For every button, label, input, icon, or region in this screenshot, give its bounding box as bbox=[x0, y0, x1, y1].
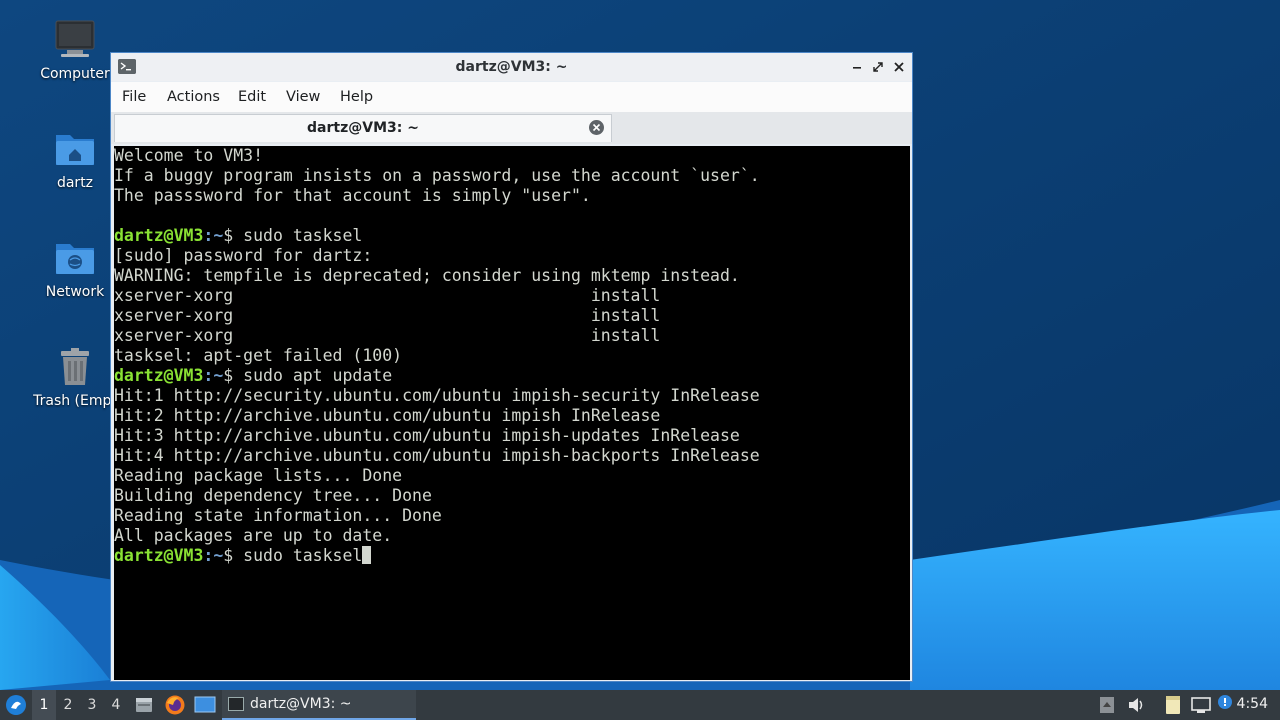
menu-edit[interactable]: Edit bbox=[238, 89, 266, 105]
maximize-button[interactable] bbox=[868, 57, 888, 77]
terminal-output-line: If a buggy program insists on a password… bbox=[114, 166, 760, 185]
window-title: dartz@VM3: ~ bbox=[455, 59, 568, 75]
trash-icon bbox=[61, 348, 89, 385]
minimize-icon bbox=[853, 67, 861, 69]
prompt-user-host: dartz@VM3 bbox=[114, 546, 204, 565]
menu-help[interactable]: Help bbox=[340, 89, 373, 105]
tab-terminal[interactable]: dartz@VM3: ~ bbox=[114, 114, 612, 142]
start-menu-icon[interactable] bbox=[5, 694, 27, 716]
computer-icon bbox=[55, 20, 95, 57]
maximize-icon bbox=[873, 62, 883, 72]
terminal-output-line bbox=[114, 206, 910, 226]
terminal-icon bbox=[228, 697, 244, 711]
show-desktop-icon[interactable] bbox=[194, 695, 216, 715]
volume-icon[interactable] bbox=[1126, 695, 1146, 715]
tab-close-icon[interactable] bbox=[588, 119, 605, 136]
prompt-path: :~ bbox=[203, 366, 224, 385]
workspace-4[interactable]: 4 bbox=[104, 690, 128, 720]
menu-bar: File Actions Edit View Help bbox=[111, 82, 912, 112]
close-icon bbox=[894, 62, 904, 72]
prompt-user-host: dartz@VM3 bbox=[114, 366, 204, 385]
terminal-output-line: Building dependency tree... Done bbox=[114, 486, 432, 505]
window-titlebar[interactable]: dartz@VM3: ~ bbox=[111, 53, 912, 81]
workspace-2[interactable]: 2 bbox=[56, 690, 80, 720]
menu-view[interactable]: View bbox=[286, 89, 320, 105]
network-folder-icon bbox=[56, 244, 94, 274]
terminal-output-line: [sudo] password for dartz: bbox=[114, 246, 373, 265]
menu-file[interactable]: File bbox=[122, 89, 146, 105]
terminal-prompt-line: dartz@VM3:~$ sudo apt update bbox=[114, 366, 910, 386]
taskbar-item-label: dartz@VM3: ~ bbox=[250, 696, 352, 712]
terminal-output-line: WARNING: tempfile is deprecated; conside… bbox=[114, 266, 740, 285]
prompt-command: $ sudo tasksel bbox=[223, 226, 363, 245]
minimize-button[interactable] bbox=[847, 57, 867, 77]
terminal-output-line: xserver-xorg install bbox=[114, 306, 661, 325]
terminal-output-line: All packages are up to date. bbox=[114, 526, 393, 545]
update-notifier-icon[interactable] bbox=[1215, 693, 1237, 715]
notes-icon[interactable] bbox=[1163, 694, 1183, 716]
terminal-output-line: Welcome to VM3! bbox=[114, 146, 264, 165]
tab-label: dartz@VM3: ~ bbox=[307, 120, 419, 136]
menu-actions[interactable]: Actions bbox=[167, 89, 220, 105]
text-cursor bbox=[362, 546, 372, 564]
terminal-output[interactable]: Welcome to VM3! If a buggy program insist… bbox=[114, 146, 910, 680]
file-manager-icon[interactable] bbox=[134, 695, 154, 715]
taskbar-item-terminal[interactable]: dartz@VM3: ~ bbox=[222, 690, 416, 720]
clock[interactable]: 4:54 bbox=[1237, 696, 1268, 712]
prompt-user-host: dartz@VM3 bbox=[114, 226, 204, 245]
terminal-prompt-line: dartz@VM3:~$ sudo tasksel bbox=[114, 546, 910, 566]
terminal-prompt-line: dartz@VM3:~$ sudo tasksel bbox=[114, 226, 910, 246]
terminal-output-line: Reading state information... Done bbox=[114, 506, 442, 525]
prompt-path: :~ bbox=[203, 226, 224, 245]
tab-bar: dartz@VM3: ~ bbox=[111, 112, 912, 144]
terminal-output-line: The passsword for that account is simply… bbox=[114, 186, 591, 205]
terminal-window[interactable]: dartz@VM3: ~ File Actions Edit View Help… bbox=[110, 52, 913, 682]
terminal-output-line: tasksel: apt-get failed (100) bbox=[114, 346, 403, 365]
home-folder-icon bbox=[56, 135, 94, 165]
prompt-path: :~ bbox=[203, 546, 224, 565]
firefox-icon[interactable] bbox=[164, 694, 186, 716]
prompt-command: $ sudo tasksel bbox=[223, 546, 363, 565]
workspace-1[interactable]: 1 bbox=[32, 690, 56, 720]
workspace-3[interactable]: 3 bbox=[80, 690, 104, 720]
prompt-command: $ sudo apt update bbox=[223, 366, 393, 385]
terminal-output-line: Hit:1 http://security.ubuntu.com/ubuntu … bbox=[114, 386, 760, 405]
terminal-output-line: Hit:2 http://archive.ubuntu.com/ubuntu i… bbox=[114, 406, 661, 425]
terminal-output-line: xserver-xorg install bbox=[114, 286, 661, 305]
close-button[interactable] bbox=[889, 57, 909, 77]
network-icon[interactable] bbox=[1190, 695, 1212, 715]
terminal-output-line: Hit:3 http://archive.ubuntu.com/ubuntu i… bbox=[114, 426, 740, 445]
terminal-output-line: xserver-xorg install bbox=[114, 326, 661, 345]
taskbar: 1 2 3 4 dartz@VM3: ~ 4:54 bbox=[0, 690, 1280, 720]
terminal-output-line: Reading package lists... Done bbox=[114, 466, 403, 485]
terminal-output-line: Hit:4 http://archive.ubuntu.com/ubuntu i… bbox=[114, 446, 760, 465]
terminal-lines: Welcome to VM3! If a buggy program insist… bbox=[114, 146, 910, 566]
clipboard-icon[interactable] bbox=[1098, 695, 1116, 715]
